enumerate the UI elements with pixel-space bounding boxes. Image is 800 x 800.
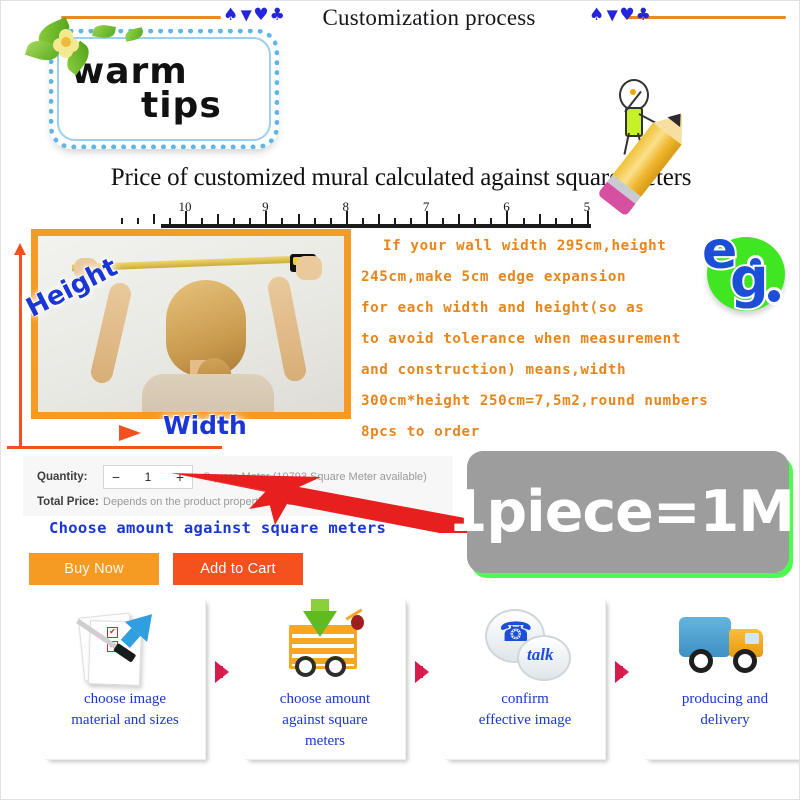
example-line: 300cm*height 250cm=7,5m2,round numbers [361, 393, 709, 409]
ruler-number: 8 [342, 199, 349, 214]
one-piece-badge-superscript: 2 [794, 492, 799, 517]
ruler-minor-tick [554, 218, 557, 224]
ruler-minor-tick [233, 218, 236, 224]
ruler-minor-tick [136, 218, 139, 224]
step-arrow-2 [415, 661, 429, 683]
width-label: Width [163, 411, 247, 440]
one-piece-badge: 1piece=1M2 [448, 451, 799, 573]
ruler-minor-tick [281, 218, 284, 224]
promo-page: ♠◀♥♣ Customization process ♠◀♥♣ warm tip… [0, 0, 800, 800]
eg-letter-g: g [728, 245, 771, 312]
ruler-number: 6 [503, 199, 510, 214]
ruler-minor-tick [570, 218, 573, 224]
height-axis-arrow [14, 243, 26, 255]
header-rule-left [61, 16, 221, 19]
tips-line-1: warm [71, 50, 188, 92]
ruler-minor-tick [490, 218, 493, 224]
ruler-minor-tick [361, 218, 364, 224]
ruler-minor-tick [313, 218, 316, 224]
ruler-minor-tick [377, 214, 380, 224]
ruler-minor-tick [393, 218, 396, 224]
quantity-input[interactable]: 1 [128, 470, 168, 484]
heart-icon: ♥ [253, 5, 270, 25]
ruler-minor-tick [329, 218, 332, 224]
quantity-label: Quantity: [37, 471, 88, 483]
process-steps: ✔ ✔ choose imagematerial and sizes [15, 599, 799, 779]
width-axis [7, 446, 222, 449]
header-suit-decoration-left: ♠◀♥♣ [223, 7, 286, 24]
heart-icon: ♥ [619, 5, 636, 25]
tips-line-2: tips [141, 85, 222, 126]
ruler-minor-tick [410, 218, 413, 224]
total-price-label: Total Price: [37, 496, 99, 508]
ruler-number: 9 [262, 199, 269, 214]
example-line: and construction) means,width [361, 362, 627, 378]
step-card-3: ☎ talk confirm effective image [445, 599, 606, 760]
eg-dot-lower [765, 287, 783, 305]
width-axis-arrow [119, 425, 141, 441]
header-suit-decoration-right: ♠◀♥♣ [589, 7, 652, 24]
step-card-1: ✔ ✔ choose imagematerial and sizes [45, 599, 206, 760]
measuring-photo [31, 229, 351, 419]
club-icon: ♣ [635, 5, 652, 25]
ruler-minor-tick [201, 218, 204, 224]
ruler-number: 5 [583, 199, 591, 214]
ruler-minor-tick [474, 218, 477, 224]
talk-bubble-phone-icon: ☎ talk [445, 605, 605, 685]
ruler-minor-tick [538, 214, 541, 224]
ruler-minor-tick [120, 218, 123, 224]
quantity-decrement-button[interactable]: − [104, 467, 128, 487]
page-title: Customization process [322, 5, 536, 30]
step-caption: choose amount against square meters [279, 691, 371, 749]
document-checklist-icon: ✔ ✔ [45, 604, 205, 686]
example-eg-badge: e g [700, 219, 789, 312]
ruler-minor-tick [249, 218, 252, 224]
one-piece-badge-main: 1piece=1M [447, 479, 795, 545]
step-card-2: choose amount against square meters [245, 599, 406, 760]
add-to-cart-button[interactable]: Add to Cart [173, 553, 303, 585]
ruler-number: 10 [178, 199, 192, 214]
ruler-minor-tick [152, 214, 155, 224]
step-arrow-3 [615, 661, 629, 683]
example-line: 8pcs to order [361, 424, 480, 440]
pencil-icon [577, 103, 705, 239]
club-icon: ♣ [269, 5, 286, 25]
step-caption: producing and delivery [681, 691, 769, 728]
triangle-icon: ◀ [237, 9, 255, 22]
example-line: to avoid tolerance when measurement [361, 331, 681, 347]
ruler-minor-tick [217, 214, 220, 224]
height-axis [19, 251, 22, 449]
step-card-4: producing and delivery [645, 599, 799, 760]
buy-now-button[interactable]: Buy Now [29, 553, 159, 585]
ruler-minor-tick [297, 214, 300, 224]
step-caption: choose image material and sizes [71, 691, 179, 728]
one-piece-badge-text: 1piece=1M2 [447, 479, 799, 545]
shopping-cart-download-icon [245, 599, 405, 685]
flower-icon [53, 29, 79, 58]
action-buttons: Buy Now Add to Cart [29, 553, 303, 585]
step-caption: confirm effective image [478, 691, 572, 728]
ruler-number: 7 [422, 199, 430, 214]
triangle-icon: ◀ [603, 9, 621, 22]
ruler-minor-tick [442, 218, 445, 224]
step-arrow-1 [215, 661, 229, 683]
ruler-minor-tick [522, 218, 525, 224]
ruler-minor-tick [458, 214, 461, 224]
red-pointer-arrow [171, 473, 481, 533]
ruler-minor-tick [168, 218, 171, 224]
talk-bubble-label: talk [527, 645, 554, 664]
ruler-graphic: 10 9 8 7 6 5 [120, 199, 591, 228]
delivery-truck-icon [645, 605, 799, 685]
